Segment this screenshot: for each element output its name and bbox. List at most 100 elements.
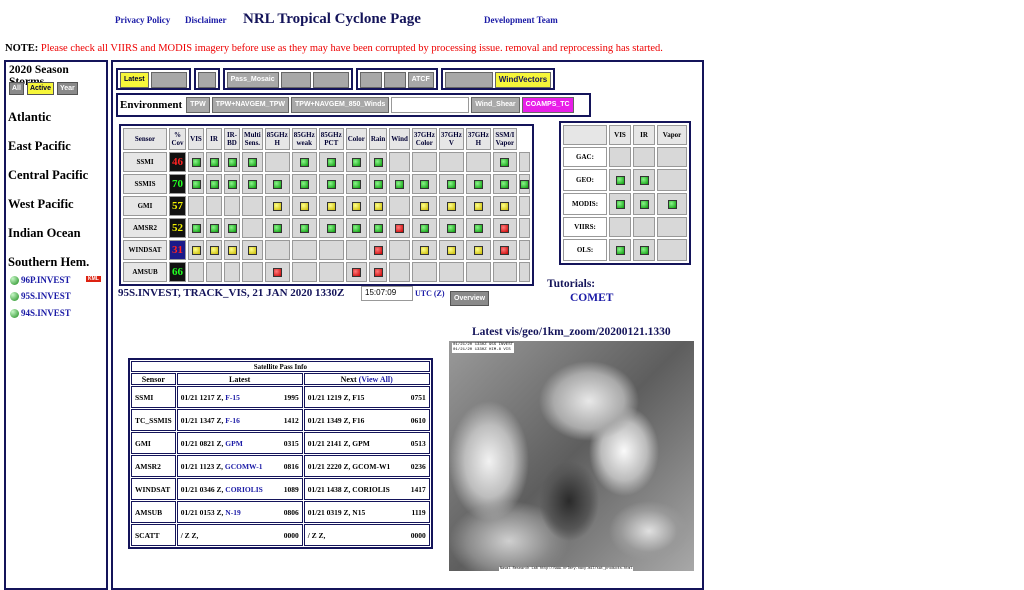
product-cell[interactable] — [291, 196, 317, 216]
basin-east-pacific[interactable]: East Pacific — [8, 139, 71, 154]
red-product-icon[interactable] — [500, 223, 510, 233]
product-cell[interactable] — [609, 169, 631, 191]
product-cell[interactable] — [465, 196, 491, 216]
green-product-icon[interactable] — [272, 179, 282, 189]
comet-link[interactable]: COMET — [570, 292, 613, 304]
red-product-icon[interactable] — [395, 223, 405, 233]
product-cell[interactable] — [345, 218, 367, 238]
latest-satellite-link[interactable]: GPM — [225, 439, 243, 448]
satellite-image[interactable]: 01/21/20 1330Z 95S INVEST 01/21/20 1330Z … — [449, 341, 694, 571]
product-cell[interactable] — [411, 196, 437, 216]
yellow-product-icon[interactable] — [473, 201, 483, 211]
green-product-icon[interactable] — [326, 179, 336, 189]
yellow-product-icon[interactable] — [351, 201, 361, 211]
product-cell[interactable] — [264, 262, 290, 282]
green-product-icon[interactable] — [667, 199, 677, 209]
product-cell[interactable] — [492, 174, 517, 194]
latest-satellite-link[interactable]: CORIOLIS — [225, 485, 263, 494]
green-product-icon[interactable] — [373, 157, 383, 167]
yellow-product-icon[interactable] — [446, 245, 456, 255]
product-cell[interactable] — [368, 196, 388, 216]
coamps-tc-button[interactable]: COAMPS_TC — [521, 97, 574, 113]
view-all-link[interactable]: (View All) — [359, 375, 393, 384]
product-cell[interactable] — [345, 196, 367, 216]
red-product-icon[interactable] — [500, 245, 510, 255]
green-product-icon[interactable] — [247, 179, 257, 189]
green-product-icon[interactable] — [639, 199, 649, 209]
green-product-icon[interactable] — [500, 157, 510, 167]
yellow-product-icon[interactable] — [209, 245, 219, 255]
product-cell[interactable] — [492, 240, 517, 260]
product-cell[interactable] — [609, 193, 631, 215]
basin-indian-ocean[interactable]: Indian Ocean — [8, 226, 81, 241]
green-product-icon[interactable] — [373, 179, 383, 189]
yellow-product-icon[interactable] — [191, 245, 201, 255]
tpw-navgem-tpw-button[interactable]: TPW+NAVGEM_TPW — [211, 97, 289, 113]
green-product-icon[interactable] — [351, 179, 361, 189]
green-product-icon[interactable] — [326, 157, 336, 167]
green-product-icon[interactable] — [615, 175, 625, 185]
latest-satellite-link[interactable]: F-16 — [225, 416, 240, 425]
product-cell[interactable] — [318, 196, 344, 216]
product-cell[interactable] — [206, 152, 222, 172]
yellow-product-icon[interactable] — [419, 201, 429, 211]
storm-link[interactable]: 94S.INVEST — [10, 308, 71, 318]
overview-button[interactable]: Overview — [450, 291, 490, 306]
green-product-icon[interactable] — [615, 199, 625, 209]
product-cell[interactable] — [264, 218, 290, 238]
green-product-icon[interactable] — [351, 157, 361, 167]
product-cell[interactable] — [188, 218, 204, 238]
product-cell[interactable] — [291, 152, 317, 172]
green-product-icon[interactable] — [299, 223, 309, 233]
product-cell[interactable] — [368, 262, 388, 282]
green-product-icon[interactable] — [227, 157, 237, 167]
product-cell[interactable] — [465, 218, 491, 238]
blank-button[interactable] — [312, 72, 349, 88]
green-product-icon[interactable] — [519, 179, 529, 189]
blank-button[interactable] — [197, 72, 216, 88]
product-cell[interactable] — [438, 196, 464, 216]
yellow-product-icon[interactable] — [446, 201, 456, 211]
blank-button[interactable] — [150, 72, 187, 88]
green-product-icon[interactable] — [473, 223, 483, 233]
green-product-icon[interactable] — [446, 179, 456, 189]
product-cell[interactable] — [389, 174, 410, 194]
blank-button[interactable] — [359, 72, 382, 88]
basin-west-pacific[interactable]: West Pacific — [8, 197, 74, 212]
product-cell[interactable] — [438, 240, 464, 260]
product-cell[interactable] — [657, 193, 687, 215]
storm-link[interactable]: 96P.INVEST — [10, 275, 70, 285]
yellow-product-icon[interactable] — [500, 201, 510, 211]
green-product-icon[interactable] — [209, 223, 219, 233]
product-cell[interactable] — [264, 174, 290, 194]
product-cell[interactable] — [242, 152, 263, 172]
product-cell[interactable] — [438, 174, 464, 194]
product-cell[interactable] — [465, 240, 491, 260]
product-cell[interactable] — [389, 218, 410, 238]
green-product-icon[interactable] — [419, 179, 429, 189]
product-cell[interactable] — [291, 174, 317, 194]
green-product-icon[interactable] — [395, 179, 405, 189]
blank-button[interactable] — [391, 97, 470, 113]
green-product-icon[interactable] — [227, 179, 237, 189]
blank-button[interactable] — [444, 72, 493, 88]
green-product-icon[interactable] — [247, 157, 257, 167]
red-product-icon[interactable] — [373, 245, 383, 255]
wind-shear-button[interactable]: Wind_Shear — [471, 97, 520, 113]
disclaimer-link[interactable]: Disclaimer — [185, 15, 226, 25]
product-cell[interactable] — [206, 174, 222, 194]
product-cell[interactable] — [345, 262, 367, 282]
green-product-icon[interactable] — [209, 179, 219, 189]
green-product-icon[interactable] — [326, 223, 336, 233]
product-cell[interactable] — [242, 174, 263, 194]
product-cell[interactable] — [206, 218, 222, 238]
green-product-icon[interactable] — [351, 223, 361, 233]
green-product-icon[interactable] — [299, 157, 309, 167]
storm-link[interactable]: 95S.INVEST — [10, 291, 71, 301]
latest-satellite-link[interactable]: N-19 — [225, 508, 240, 517]
green-product-icon[interactable] — [191, 157, 201, 167]
tab-year[interactable]: Year — [56, 82, 78, 95]
product-cell[interactable] — [224, 218, 240, 238]
privacy-policy-link[interactable]: Privacy Policy — [115, 15, 170, 25]
yellow-product-icon[interactable] — [299, 201, 309, 211]
